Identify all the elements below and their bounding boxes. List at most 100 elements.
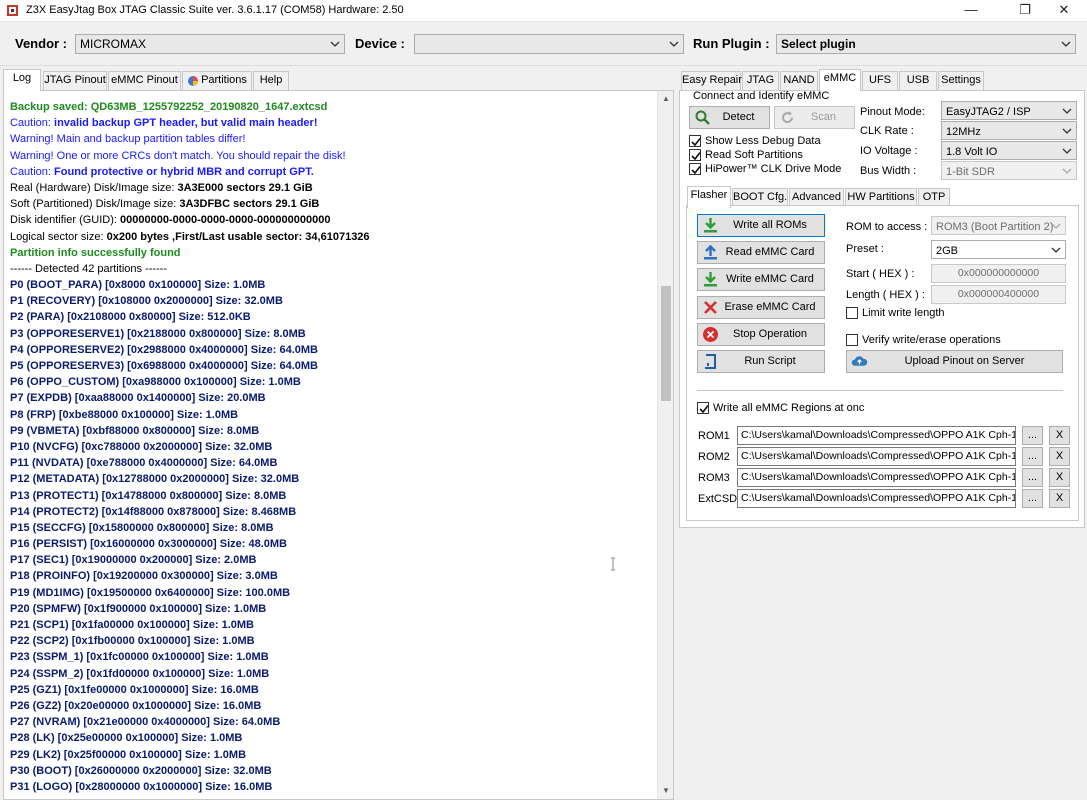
- chevron-down-icon: [1061, 105, 1073, 117]
- log-scrollbar[interactable]: ▲ ▼: [657, 91, 673, 799]
- io-voltage-label: IO Voltage :: [860, 145, 918, 157]
- log-lines: Backup saved: QD63MB_1255792252_20190820…: [10, 99, 656, 795]
- log-line-value: invalid backup GPT header, but valid mai…: [54, 117, 318, 130]
- log-panel[interactable]: Backup saved: QD63MB_1255792252_20190820…: [3, 90, 674, 800]
- tab-nand[interactable]: NAND: [780, 71, 818, 90]
- rom2-path-field[interactable]: C:\Users\kamal\Downloads\Compressed\OPPO…: [737, 447, 1016, 466]
- tab-jtag-pinout[interactable]: JTAG Pinout: [43, 71, 107, 90]
- tab-partitions[interactable]: Partitions: [182, 71, 252, 90]
- io-voltage-select[interactable]: 1.8 Volt IO: [941, 141, 1077, 160]
- stop-operation-button[interactable]: Stop Operation: [697, 323, 825, 346]
- pinout-mode-select[interactable]: EasyJTAG2 / ISP: [941, 101, 1077, 120]
- write-emmc-button[interactable]: Write eMMC Card: [697, 268, 825, 291]
- close-button[interactable]: ✕: [1041, 0, 1087, 22]
- erase-emmc-button[interactable]: Erase eMMC Card: [697, 296, 825, 319]
- read-emmc-button[interactable]: Read eMMC Card: [697, 241, 825, 264]
- pinout-mode-label: Pinout Mode:: [860, 106, 925, 118]
- extcsd-path-field[interactable]: C:\Users\kamal\Downloads\Compressed\OPPO…: [737, 489, 1016, 508]
- log-line: P28 (LK) [0x25e00000 0x100000] Size: 1.0…: [10, 732, 243, 745]
- rom-access-label: ROM to access :: [846, 221, 928, 233]
- pinout-mode-value: EasyJTAG2 / ISP: [946, 106, 1031, 118]
- clk-rate-label: CLK Rate :: [860, 125, 914, 137]
- log-line-prefix: Logical sector size:: [10, 230, 107, 243]
- tab-jtag[interactable]: JTAG: [742, 71, 779, 90]
- download-arrow-icon: [704, 272, 717, 287]
- preset-select[interactable]: 2GB: [931, 240, 1066, 259]
- tab-log[interactable]: Log: [3, 69, 41, 91]
- show-debug-label: Show Less Debug Data: [705, 135, 821, 147]
- length-hex-field[interactable]: 0x000000400000: [931, 285, 1066, 304]
- tab-usb[interactable]: USB: [899, 71, 937, 90]
- cloud-upload-icon: [851, 356, 868, 366]
- bus-width-select[interactable]: 1-Bit SDR: [941, 161, 1077, 180]
- rom1-label: ROM1: [698, 430, 730, 442]
- scroll-down-icon[interactable]: ▼: [658, 783, 674, 799]
- left-tab-bar: Log JTAG Pinout eMMC Pinout Partitions H…: [3, 69, 683, 91]
- tab-ufs[interactable]: UFS: [862, 71, 898, 90]
- start-hex-field[interactable]: 0x000000000000: [931, 264, 1066, 283]
- rom1-path-field[interactable]: C:\Users\kamal\Downloads\Compressed\OPPO…: [737, 426, 1016, 445]
- scroll-up-icon[interactable]: ▲: [658, 91, 674, 107]
- plugin-select[interactable]: Select plugin: [776, 34, 1076, 54]
- vendor-select[interactable]: MICROMAX: [75, 34, 345, 54]
- rom3-path-field[interactable]: C:\Users\kamal\Downloads\Compressed\OPPO…: [737, 468, 1016, 487]
- tab-easy-repair[interactable]: Easy Repair: [681, 71, 742, 90]
- pie-chart-icon: [188, 76, 198, 86]
- log-line: P8 (FRP) [0xbe88000 0x100000] Size: 1.0M…: [10, 408, 239, 421]
- checkbox-read-soft[interactable]: [689, 149, 701, 161]
- rom2-clear-button[interactable]: X: [1049, 447, 1070, 466]
- checkbox-hipower[interactable]: [689, 163, 701, 175]
- rom3-label: ROM3: [698, 472, 730, 484]
- rom1-clear-button[interactable]: X: [1049, 426, 1070, 445]
- checkbox-limit-write[interactable]: [846, 307, 858, 319]
- log-line: ------ Detected 42 partitions ------: [10, 262, 168, 275]
- log-line: Soft (Partitioned) Disk/Image size: 3A3D…: [10, 196, 656, 212]
- upload-pinout-button[interactable]: Upload Pinout on Server: [846, 350, 1063, 373]
- minimize-button[interactable]: —: [948, 0, 994, 22]
- log-scroll-thumb[interactable]: [661, 286, 671, 401]
- window-title: Z3X EasyJtag Box JTAG Classic Suite ver.…: [26, 4, 404, 16]
- checkbox-write-regions[interactable]: [697, 402, 709, 414]
- checkbox-show-debug[interactable]: [689, 135, 701, 147]
- search-icon: [695, 110, 710, 125]
- rom-access-value: ROM3 (Boot Partition 2): [936, 221, 1054, 233]
- log-line: Warning! One or more CRCs don't match. Y…: [10, 149, 346, 162]
- tab-emmc-pinout[interactable]: eMMC Pinout: [108, 71, 181, 90]
- log-line-value: 0x200 bytes ,First/Last usable sector: 3…: [106, 230, 370, 243]
- log-line: Caution: Found protective or hybrid MBR …: [10, 164, 656, 180]
- log-line: P16 (PERSIST) [0x16000000 0x3000000] Siz…: [10, 538, 287, 551]
- rom1-browse-button[interactable]: ...: [1022, 426, 1043, 445]
- device-label: Device :: [355, 36, 405, 51]
- log-line: P7 (EXPDB) [0xaa88000 0x1400000] Size: 2…: [10, 392, 266, 405]
- tab-settings[interactable]: Settings: [938, 71, 984, 90]
- extcsd-label: ExtCSD: [698, 493, 738, 505]
- right-tab-bar: Easy Repair JTAG NAND eMMC UFS USB Setti…: [681, 69, 1081, 91]
- device-select[interactable]: [414, 34, 684, 54]
- tab-emmc[interactable]: eMMC: [819, 69, 861, 91]
- clk-rate-select[interactable]: 12MHz: [941, 121, 1077, 140]
- log-line: P25 (GZ1) [0x1fe00000 0x1000000] Size: 1…: [10, 683, 259, 696]
- connect-group-label: Connect and Identify eMMC: [693, 90, 830, 102]
- erase-x-icon: [704, 301, 717, 314]
- extcsd-browse-button[interactable]: ...: [1022, 489, 1043, 508]
- rom2-browse-button[interactable]: ...: [1022, 447, 1043, 466]
- read-soft-label: Read Soft Partitions: [705, 149, 803, 161]
- verify-label: Verify write/erase operations: [862, 334, 1001, 346]
- rom3-browse-button[interactable]: ...: [1022, 468, 1043, 487]
- app-icon: [7, 5, 18, 16]
- scan-button[interactable]: Scan: [774, 106, 855, 129]
- write-all-roms-button[interactable]: Write all ROMs: [697, 214, 825, 237]
- rom-access-select[interactable]: ROM3 (Boot Partition 2): [931, 216, 1066, 235]
- checkbox-verify[interactable]: [846, 334, 858, 346]
- text-cursor-icon: [611, 557, 615, 571]
- log-line: P19 (MD1IMG) [0x19500000 0x6400000] Size…: [10, 586, 291, 599]
- preset-label: Preset :: [846, 243, 884, 255]
- detect-button[interactable]: Detect: [689, 106, 770, 129]
- chevron-down-icon: [1061, 145, 1073, 157]
- tab-help[interactable]: Help: [253, 71, 289, 90]
- rom3-clear-button[interactable]: X: [1049, 468, 1070, 487]
- run-script-button[interactable]: Run Script: [697, 350, 825, 373]
- extcsd-clear-button[interactable]: X: [1049, 489, 1070, 508]
- log-line: P23 (SSPM_1) [0x1fc00000 0x100000] Size:…: [10, 651, 269, 664]
- tab-flasher[interactable]: Flasher: [687, 186, 731, 208]
